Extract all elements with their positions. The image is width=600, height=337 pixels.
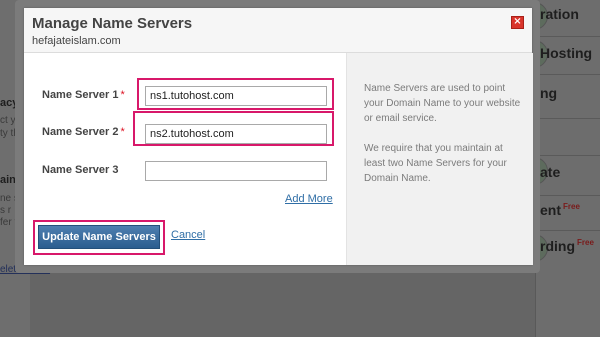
add-more-link[interactable]: Add More xyxy=(285,193,333,205)
background-service-label: Hosting xyxy=(540,45,593,61)
name-server-3-input[interactable] xyxy=(145,161,327,181)
background-service-label: ate xyxy=(540,164,561,180)
name-server-2-label: Name Server 2 * xyxy=(42,126,125,138)
highlight-box xyxy=(133,111,334,146)
dialog-header: Manage Name Servers hefajateislam.com × xyxy=(24,8,532,53)
divider xyxy=(536,195,600,196)
background-service-label: rding Free xyxy=(540,238,594,254)
divider xyxy=(536,230,600,231)
domain-name: hefajateislam.com xyxy=(32,35,121,47)
close-icon[interactable]: × xyxy=(511,16,524,29)
cancel-link[interactable]: Cancel xyxy=(171,229,205,241)
background-text: ct y xyxy=(0,115,16,126)
name-server-3-label: Name Server 3 xyxy=(42,164,119,176)
divider xyxy=(536,118,600,119)
background-text: s r xyxy=(0,205,12,216)
dialog-title: Manage Name Servers xyxy=(32,15,193,32)
info-text: Name Servers are used to point your Doma… xyxy=(364,83,521,124)
divider xyxy=(536,74,600,75)
highlight-box xyxy=(137,78,334,110)
info-text: We require that you maintain at least tw… xyxy=(364,143,507,184)
background-text: ain xyxy=(0,174,16,186)
divider xyxy=(536,36,600,37)
name-server-form: Name Server 1* Name Server 2* Name Serve… xyxy=(24,53,346,265)
divider xyxy=(536,155,600,156)
info-panel: Name Servers are used to point your Doma… xyxy=(346,53,533,265)
update-name-servers-button[interactable]: Update Name Servers xyxy=(38,225,160,249)
background-service-label: ration xyxy=(540,6,579,22)
name-server-1-label: Name Server 1 * xyxy=(42,89,125,101)
manage-name-servers-dialog: Manage Name Servers hefajateislam.com × … xyxy=(24,8,533,265)
background-service-label: ng xyxy=(540,85,558,101)
background-service-label: ent Free xyxy=(540,202,580,218)
